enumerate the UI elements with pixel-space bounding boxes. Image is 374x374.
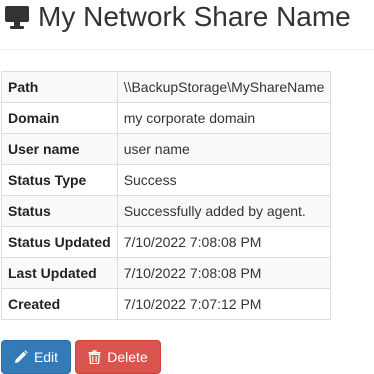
domain-label: Domain — [1, 102, 118, 134]
status-type-label: Status Type — [1, 164, 118, 196]
page-header: My Network Share Name — [4, 0, 374, 34]
created-value: 7/10/2022 7:07:12 PM — [116, 288, 332, 320]
table-row: Domain my corporate domain — [1, 102, 332, 134]
domain-value: my corporate domain — [116, 102, 332, 134]
table-row: Status Type Success — [1, 164, 332, 196]
path-value: \\BackupStorage\MyShareName — [116, 71, 332, 103]
last-updated-value: 7/10/2022 7:08:08 PM — [116, 257, 332, 289]
status-updated-value: 7/10/2022 7:08:08 PM — [116, 226, 332, 258]
header-divider — [0, 49, 374, 50]
status-value: Successfully added by agent. — [116, 195, 332, 227]
status-type-value: Success — [116, 164, 332, 196]
edit-button[interactable]: Edit — [1, 340, 71, 374]
last-updated-label: Last Updated — [1, 257, 118, 289]
table-row: Status Updated 7/10/2022 7:08:08 PM — [1, 226, 332, 258]
table-row: Path \\BackupStorage\MyShareName — [1, 71, 332, 103]
desktop-icon — [5, 6, 29, 29]
trash-icon — [88, 350, 101, 364]
delete-button-label: Delete — [107, 349, 148, 365]
username-value: user name — [116, 133, 332, 165]
table-row: Created 7/10/2022 7:07:12 PM — [1, 288, 332, 320]
edit-button-label: Edit — [33, 349, 59, 365]
share-details-table: Path \\BackupStorage\MyShareName Domain … — [1, 71, 332, 320]
created-label: Created — [1, 288, 118, 320]
status-label: Status — [1, 195, 118, 227]
username-label: User name — [1, 133, 118, 165]
path-label: Path — [1, 71, 118, 103]
status-updated-label: Status Updated — [1, 226, 118, 258]
table-row: User name user name — [1, 133, 332, 165]
table-row: Status Successfully added by agent. — [1, 195, 332, 227]
delete-button[interactable]: Delete — [75, 340, 161, 374]
pencil-icon — [14, 350, 28, 363]
page-title: My Network Share Name — [38, 1, 351, 32]
table-row: Last Updated 7/10/2022 7:08:08 PM — [1, 257, 332, 289]
